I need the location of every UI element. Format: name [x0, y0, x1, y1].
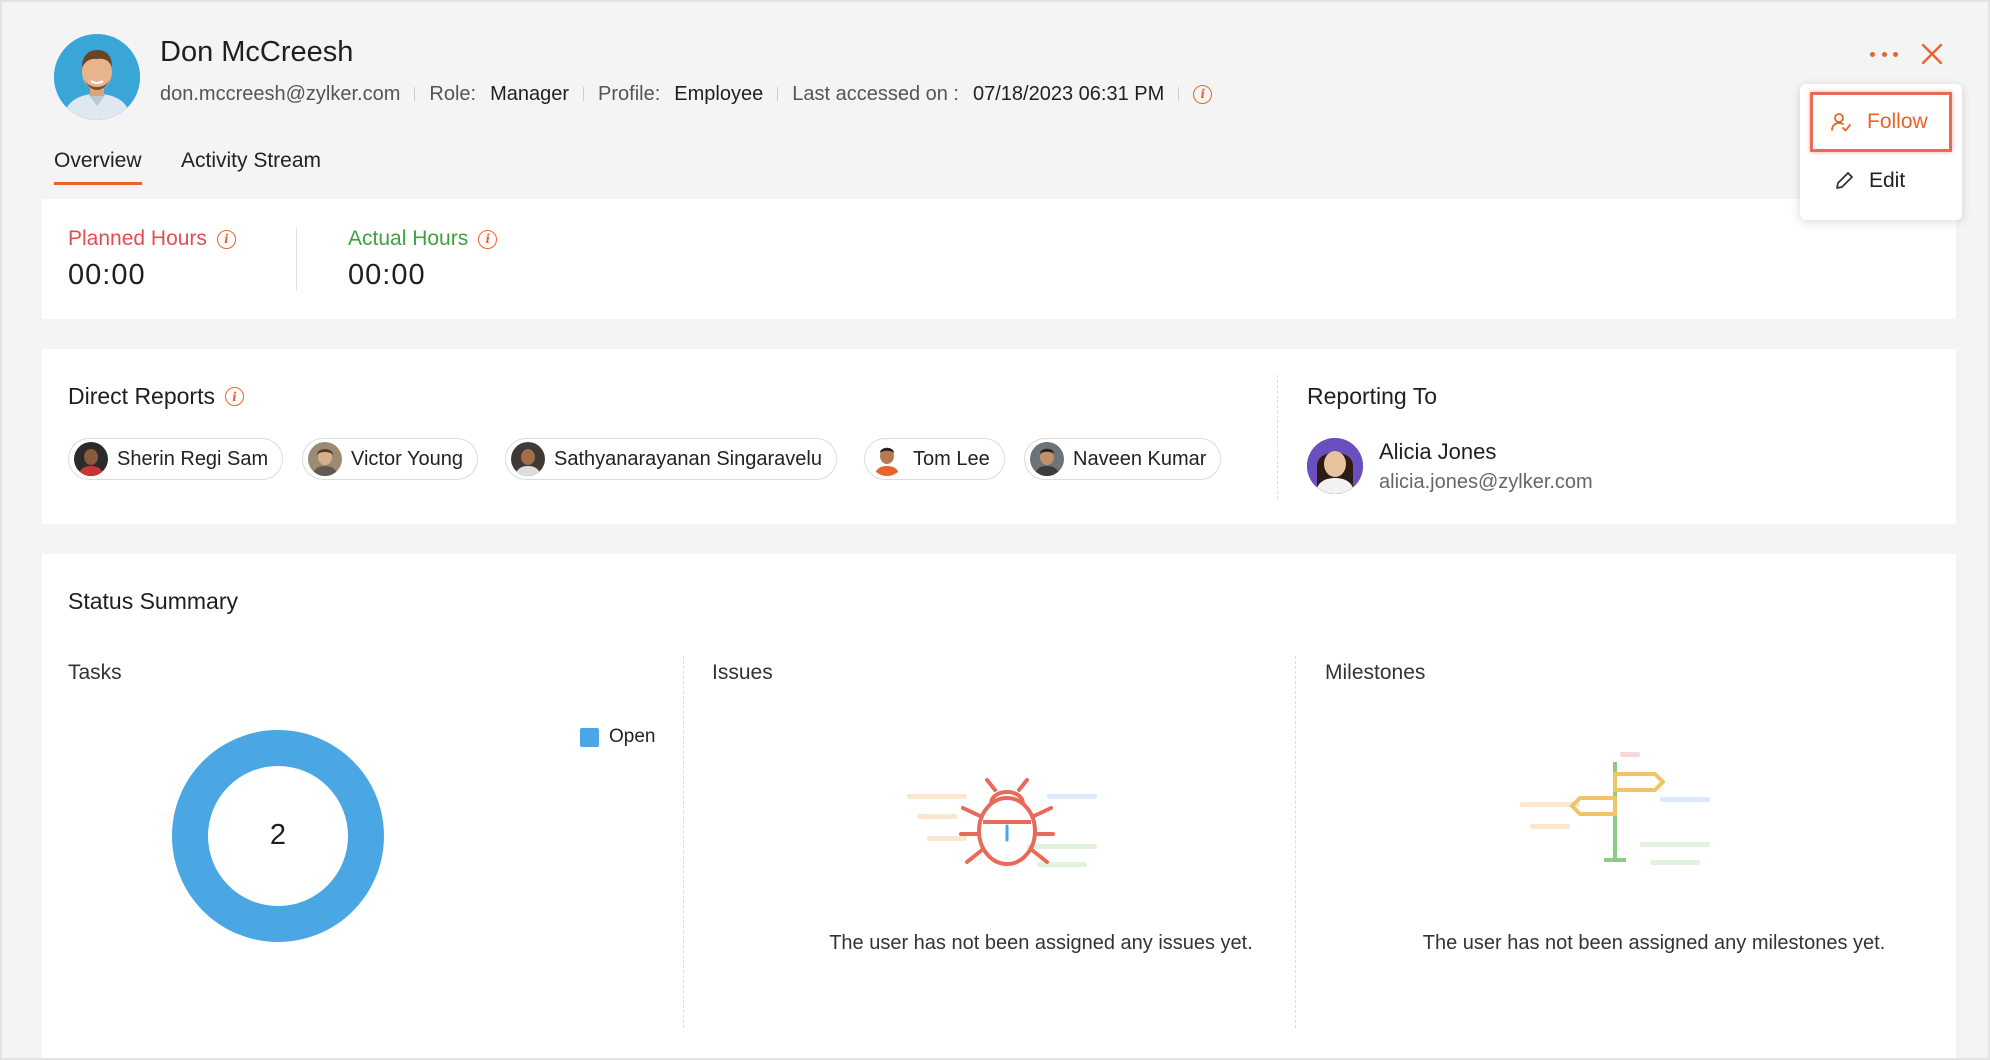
divider: [296, 227, 297, 291]
avatar: [74, 442, 108, 476]
planned-hours-text: Planned Hours: [68, 227, 207, 250]
direct-report-name: Tom Lee: [913, 447, 990, 470]
direct-report-chip[interactable]: Sherin Regi Sam: [68, 438, 284, 480]
divider: [583, 87, 585, 101]
direct-reports-text: Direct Reports: [68, 383, 215, 409]
info-icon[interactable]: i: [216, 229, 236, 249]
user-email: don.mccreesh@zylker.com: [160, 82, 401, 105]
signpost-icon: [1520, 752, 1710, 865]
reporting-to-avatar[interactable]: [1307, 438, 1363, 494]
milestones-title: Milestones: [1325, 661, 1426, 684]
direct-report-name: Victor Young: [351, 447, 463, 470]
follow-label: Follow: [1867, 110, 1928, 133]
profile-value: Employee: [674, 82, 764, 105]
user-name: Don McCreesh: [160, 36, 354, 68]
profile-label: Profile:: [598, 82, 661, 105]
issues-title: Issues: [712, 661, 773, 684]
legend-label-open: Open: [609, 726, 656, 747]
actual-hours-value: 00:00: [348, 259, 426, 291]
info-icon[interactable]: i: [478, 229, 498, 249]
divider: [777, 87, 779, 101]
hours-card: Planned Hours i 00:00 Actual Hours i 00:…: [42, 199, 1956, 319]
user-meta: don.mccreesh@zylker.com Role: Manager Pr…: [160, 82, 1213, 106]
direct-report-name: Sherin Regi Sam: [117, 447, 269, 470]
status-summary-title: Status Summary: [68, 588, 238, 615]
donut-center-total: 2: [269, 819, 287, 851]
edit-label: Edit: [1869, 169, 1906, 192]
issues-empty-message: The user has not been assigned any issue…: [829, 932, 1253, 954]
reporting-to-title: Reporting To: [1307, 383, 1437, 410]
planned-hours-label: Planned Hours i: [68, 227, 236, 251]
tasks-legend[interactable]: Open: [580, 726, 655, 748]
divider: [1178, 87, 1180, 101]
avatar: [511, 442, 545, 476]
more-options-menu: Follow Edit: [1800, 84, 1962, 220]
avatar: [308, 442, 342, 476]
actual-hours-text: Actual Hours: [348, 227, 469, 250]
pencil-icon: [1836, 172, 1853, 189]
direct-report-chip[interactable]: Sathyanarayanan Singaravelu: [505, 438, 837, 480]
more-options-icon[interactable]: [1870, 42, 1898, 66]
status-summary-text: Status Summary: [68, 588, 238, 614]
divider: [683, 656, 684, 1028]
direct-report-chip[interactable]: Naveen Kumar: [1024, 438, 1222, 480]
tab-overview[interactable]: Overview: [54, 149, 142, 185]
close-icon[interactable]: [1918, 40, 1946, 68]
avatar: [1030, 442, 1064, 476]
user-detail-panel: Don McCreesh don.mccreesh@zylker.com Rol…: [0, 0, 1990, 1060]
last-accessed-label: Last accessed on :: [792, 82, 959, 105]
tasks-title: Tasks: [68, 661, 122, 684]
info-icon[interactable]: i: [224, 387, 244, 406]
milestones-empty-message: The user has not been assigned any miles…: [1422, 932, 1886, 954]
reporting-to-text: Reporting To: [1307, 383, 1437, 409]
reporting-to-email: alicia.jones@zylker.com: [1379, 471, 1593, 493]
planned-hours-value: 00:00: [68, 259, 146, 291]
divider: [1295, 656, 1296, 1028]
direct-report-chip[interactable]: Victor Young: [302, 438, 478, 480]
role-value: Manager: [490, 82, 570, 105]
bug-icon: [907, 778, 1097, 867]
status-summary-card: Status Summary Tasks 2 Open Issues The u…: [42, 554, 1956, 1058]
direct-report-chip[interactable]: Tom Lee: [864, 438, 1005, 480]
follow-user-icon: [1831, 113, 1851, 132]
user-avatar: [54, 34, 140, 120]
divider: [1277, 375, 1278, 499]
reports-card: Direct Reports i Sherin Regi Sam Victor …: [42, 349, 1956, 524]
actual-hours-label: Actual Hours i: [348, 227, 498, 251]
role-label: Role:: [429, 82, 477, 105]
edit-menu-item[interactable]: Edit: [1800, 158, 1962, 204]
tab-activity-stream[interactable]: Activity Stream: [181, 149, 321, 173]
legend-swatch-open: [580, 727, 599, 747]
direct-reports-title: Direct Reports i: [68, 383, 244, 410]
avatar: [870, 442, 904, 476]
last-accessed-value: 07/18/2023 06:31 PM: [973, 82, 1165, 105]
reporting-to-name[interactable]: Alicia Jones: [1379, 439, 1496, 465]
direct-report-name: Sathyanarayanan Singaravelu: [554, 447, 822, 470]
divider: [414, 87, 416, 101]
follow-menu-item[interactable]: Follow: [1810, 92, 1952, 152]
direct-report-name: Naveen Kumar: [1073, 447, 1207, 470]
info-icon[interactable]: i: [1193, 84, 1213, 104]
